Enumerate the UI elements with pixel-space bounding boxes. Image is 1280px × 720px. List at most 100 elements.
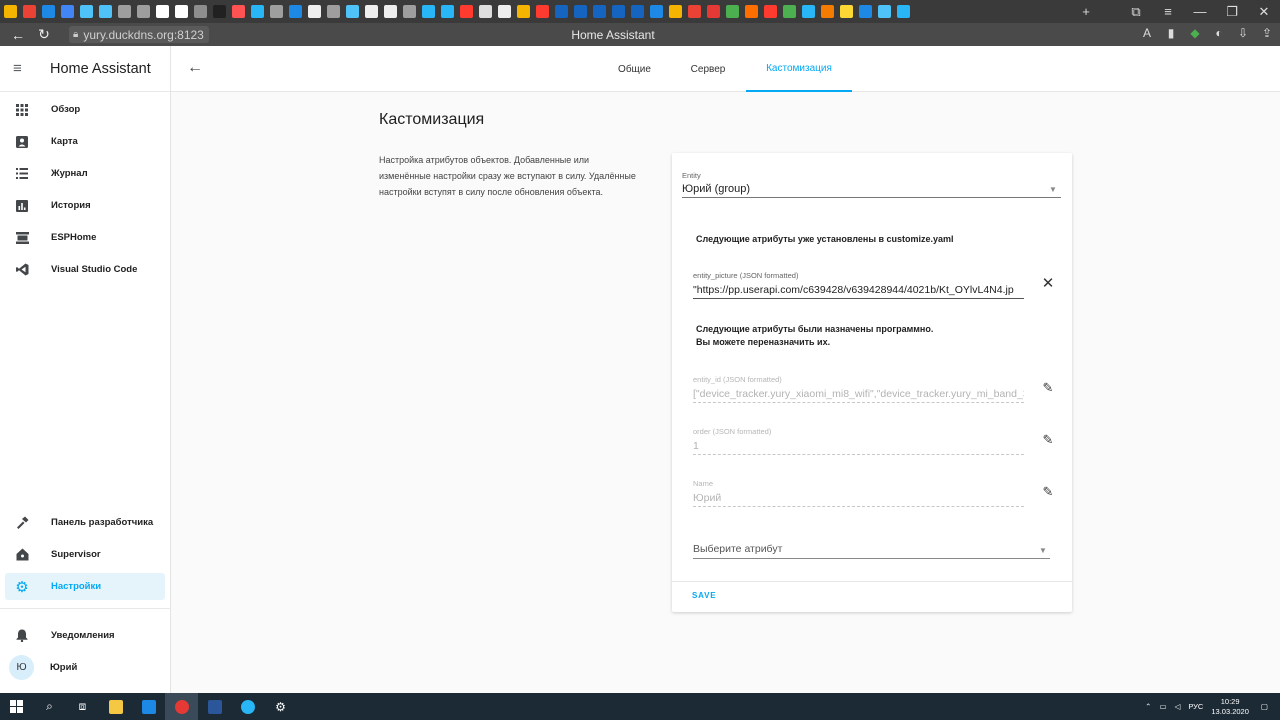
pencil-icon[interactable]: ✎ (1040, 380, 1056, 396)
browser-tab-favicon[interactable] (308, 5, 321, 18)
browser-tab-favicon[interactable] (631, 5, 644, 18)
extension-icon[interactable]: ◐ (1212, 26, 1226, 40)
volume-icon[interactable]: ◁ (1175, 702, 1181, 711)
browser-tab-favicon[interactable] (327, 5, 340, 18)
select-attribute-dropdown[interactable]: Выберите атрибут (693, 543, 782, 555)
new-tab-button[interactable]: + (1070, 0, 1102, 23)
browser-tab-favicon[interactable] (384, 5, 397, 18)
menu-collapse-icon[interactable]: ≡ (13, 60, 29, 77)
browser-tab-favicon[interactable] (593, 5, 606, 18)
browser-tab-favicon[interactable] (156, 5, 169, 18)
browser-tab-favicon[interactable] (764, 5, 777, 18)
search-icon[interactable]: ⌕ (33, 693, 66, 720)
shield-icon[interactable]: ◆ (1188, 26, 1202, 40)
browser-tab-favicon[interactable] (175, 5, 188, 18)
notifications-tray-icon[interactable]: ▢ (1261, 702, 1268, 711)
browser-tab-favicon[interactable] (555, 5, 568, 18)
sidebar-item-profile[interactable]: Ю Юрий (5, 654, 165, 681)
tray-chevron-icon[interactable]: ⌃ (1145, 702, 1151, 711)
browser-tab-favicon[interactable] (137, 5, 150, 18)
telegram-icon[interactable] (231, 693, 264, 720)
browser-tab-favicon[interactable] (669, 5, 682, 18)
browser-tab-favicon[interactable] (707, 5, 720, 18)
browser-tab-favicon[interactable] (878, 5, 891, 18)
file-explorer-icon[interactable] (99, 693, 132, 720)
back-arrow-icon[interactable]: ← (187, 59, 203, 77)
browser-tab-favicon[interactable] (574, 5, 587, 18)
chevron-down-icon[interactable]: ▼ (1049, 185, 1057, 194)
sidebar-item-supervisor[interactable]: Supervisor (5, 541, 165, 568)
browser-tab-favicon[interactable] (4, 5, 17, 18)
browser-tab-favicon[interactable] (118, 5, 131, 18)
chevron-down-icon[interactable]: ▼ (1039, 546, 1047, 555)
browser-tab-favicon[interactable] (251, 5, 264, 18)
sidebar-item-esphome[interactable]: ESPHome (5, 224, 165, 251)
close-window-button[interactable]: ✕ (1248, 0, 1280, 23)
share-icon[interactable]: ⇪ (1260, 26, 1274, 40)
language-indicator[interactable]: РУС (1188, 702, 1203, 711)
mail-icon[interactable] (132, 693, 165, 720)
browser-tab-favicon[interactable] (536, 5, 549, 18)
sidebar-item-vscode[interactable]: Visual Studio Code (5, 256, 165, 283)
tab-server[interactable]: Сервер (685, 46, 731, 92)
browser-tab-favicon[interactable] (346, 5, 359, 18)
browser-tab-favicon[interactable] (802, 5, 815, 18)
browser-tab-favicon[interactable] (612, 5, 625, 18)
entity-select[interactable]: Юрий (group) (682, 183, 750, 195)
browser-tab-favicon[interactable] (840, 5, 853, 18)
browser-tab-favicon[interactable] (821, 5, 834, 18)
pencil-icon[interactable]: ✎ (1040, 484, 1056, 500)
browser-tab-favicon[interactable] (897, 5, 910, 18)
browser-tab-favicon[interactable] (403, 5, 416, 18)
clock[interactable]: 10:29 13.03.2020 (1211, 697, 1249, 717)
reload-icon[interactable]: ↻ (31, 26, 57, 43)
tab-customization[interactable]: Кастомизация (746, 46, 852, 92)
browser-tab-favicon[interactable] (783, 5, 796, 18)
windows-start-icon[interactable] (0, 693, 33, 720)
browser-tab-favicon[interactable] (23, 5, 36, 18)
downloads-icon[interactable]: ⇩ (1236, 26, 1250, 40)
browser-menu-icon[interactable]: ≡ (1152, 0, 1184, 23)
back-nav-icon[interactable]: ← (5, 27, 31, 43)
browser-tab-favicon[interactable] (859, 5, 872, 18)
sidebar-item-settings[interactable]: ⚙ Настройки (5, 573, 165, 600)
word-icon[interactable] (198, 693, 231, 720)
browser-tab-favicon[interactable] (479, 5, 492, 18)
browser-tab-favicon[interactable] (650, 5, 663, 18)
browser-tab-favicon[interactable] (270, 5, 283, 18)
url-field[interactable]: 🔒︎ yury.duckdns.org:8123 (69, 26, 209, 43)
tab-general[interactable]: Общие (612, 46, 657, 92)
browser-tab-favicon[interactable] (99, 5, 112, 18)
pencil-icon[interactable]: ✎ (1040, 432, 1056, 448)
browser-tab-favicon[interactable] (688, 5, 701, 18)
browser-tab-favicon[interactable] (498, 5, 511, 18)
entity-picture-input[interactable]: "https://pp.userapi.com/c639428/v6394289… (693, 284, 1024, 296)
translate-icon[interactable]: A (1140, 26, 1154, 40)
sidebar-item-history[interactable]: История (5, 192, 165, 219)
minimize-button[interactable]: — (1184, 0, 1216, 23)
sidebar-item-logbook[interactable]: Журнал (5, 160, 165, 187)
browser-tab-favicon[interactable] (80, 5, 93, 18)
close-icon[interactable]: ✕ (1040, 276, 1056, 292)
browser-tab-favicon[interactable] (289, 5, 302, 18)
bookmark-icon[interactable]: ▮ (1164, 26, 1178, 40)
browser-tab-favicon[interactable] (213, 5, 226, 18)
network-icon[interactable]: ▭ (1159, 702, 1166, 711)
collections-icon[interactable]: ⧉ (1120, 0, 1152, 23)
settings-app-icon[interactable]: ⚙ (264, 693, 297, 720)
save-button[interactable]: SAVE (692, 591, 716, 600)
browser-tab-favicon[interactable] (517, 5, 530, 18)
browser-tab-favicon[interactable] (422, 5, 435, 18)
yandex-browser-icon[interactable] (165, 693, 198, 720)
sidebar-item-overview[interactable]: Обзор (5, 96, 165, 123)
browser-tab-favicon[interactable] (441, 5, 454, 18)
browser-tab-favicon[interactable] (42, 5, 55, 18)
sidebar-item-developer-tools[interactable]: Панель разработчика (5, 509, 165, 536)
browser-tab-favicon[interactable] (460, 5, 473, 18)
browser-tab-favicon[interactable] (61, 5, 74, 18)
browser-tab-favicon[interactable] (726, 5, 739, 18)
browser-tab-favicon[interactable] (232, 5, 245, 18)
task-view-icon[interactable]: ⧈ (66, 693, 99, 720)
sidebar-item-map[interactable]: Карта (5, 128, 165, 155)
browser-tab-favicon[interactable] (745, 5, 758, 18)
